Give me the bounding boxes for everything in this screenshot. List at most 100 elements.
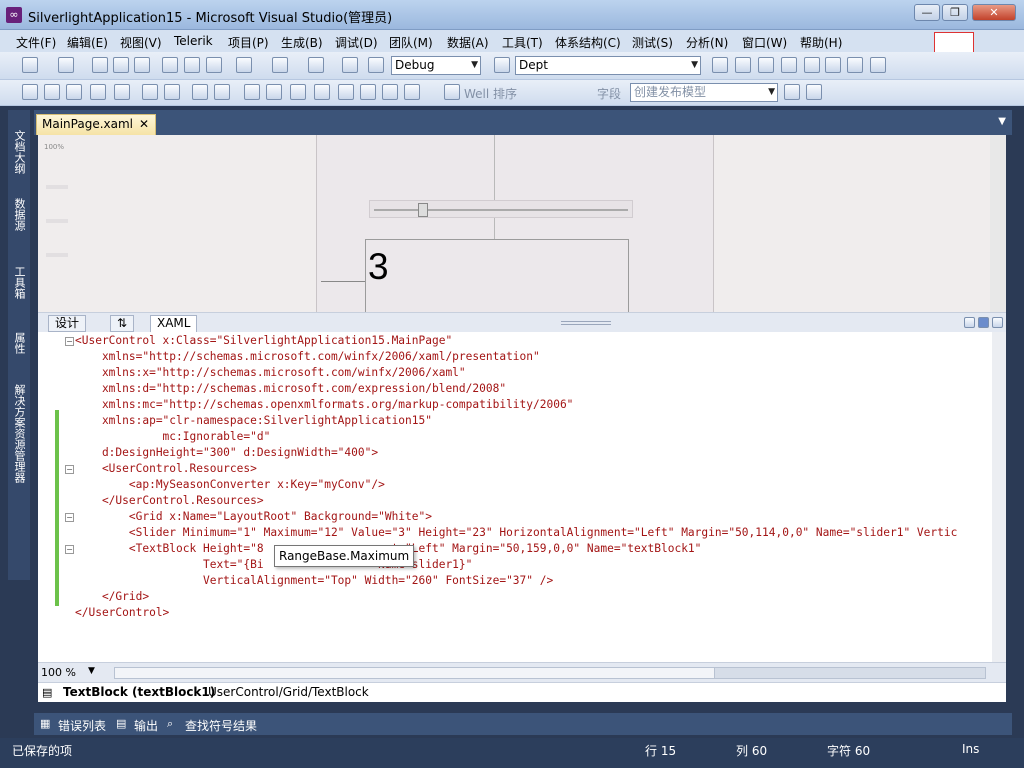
align-right-icon[interactable] [164, 84, 180, 100]
save-all-icon[interactable] [134, 57, 150, 73]
cut-icon[interactable] [162, 57, 178, 73]
slider-thumb[interactable] [418, 203, 428, 217]
fold-toggle[interactable]: − [65, 337, 74, 346]
font-icon[interactable] [90, 84, 106, 100]
lock-icon[interactable] [360, 84, 376, 100]
add-item-icon[interactable] [58, 57, 74, 73]
find-combo[interactable]: Dept ▼ [515, 56, 701, 75]
center-icon[interactable] [314, 84, 330, 100]
menu-view[interactable]: 视图(V) [120, 34, 162, 51]
start-page-icon[interactable] [847, 57, 863, 73]
breadcrumb-path[interactable]: UserControl/Grid/TextBlock [208, 685, 369, 699]
menu-tools[interactable]: 工具(T) [502, 34, 543, 51]
refresh-icon[interactable] [784, 84, 800, 100]
breadcrumb-element[interactable]: TextBlock (textBlock1) [63, 685, 215, 699]
scroll-thumb[interactable] [115, 668, 715, 678]
extension-manager-icon[interactable] [825, 57, 841, 73]
grid-icon[interactable] [382, 84, 398, 100]
menu-team[interactable]: 团队(M) [389, 34, 433, 51]
size-height-icon[interactable] [266, 84, 282, 100]
collapse-pane-icon[interactable] [992, 317, 1003, 328]
tab-design[interactable]: 设计 [48, 315, 87, 332]
properties-icon[interactable] [735, 57, 751, 73]
vertical-split-icon[interactable] [964, 317, 975, 328]
horizontal-scrollbar[interactable] [114, 667, 986, 679]
order-icon[interactable] [338, 84, 354, 100]
tab-error-list[interactable]: 错误列表 [58, 717, 106, 734]
menu-data[interactable]: 数据(A) [447, 34, 489, 51]
navigate-forward-icon[interactable] [342, 57, 358, 73]
chevron-down-icon[interactable]: ▼ [88, 666, 95, 676]
textblock-preview[interactable]: 3 [365, 239, 629, 319]
restore-button[interactable]: ❐ [942, 4, 968, 21]
solution-config-select[interactable]: Debug ▼ [391, 56, 481, 75]
gear-icon[interactable] [444, 84, 460, 100]
size-width-icon[interactable] [244, 84, 260, 100]
pan-icon[interactable] [66, 84, 82, 100]
undo-icon[interactable] [236, 57, 252, 73]
doc-outline-tab[interactable]: 文档大纲 [11, 130, 27, 174]
artboard[interactable]: 3 [316, 135, 714, 319]
xaml-designer[interactable]: 100% 3 [38, 135, 1006, 319]
menu-file[interactable]: 文件(F) [16, 34, 56, 51]
pointer-icon[interactable] [44, 84, 60, 100]
zoom-level[interactable]: 100 % [41, 666, 76, 679]
start-debugging-icon[interactable] [368, 57, 384, 73]
tab-xaml[interactable]: XAML [150, 315, 198, 332]
toolbox-tab[interactable]: 工具箱 [11, 266, 27, 299]
properties-tab[interactable]: 属性 [11, 332, 27, 354]
team-explorer-icon[interactable] [804, 57, 820, 73]
xaml-code-editor[interactable]: − − − − <UserControl x:Class="Silverligh… [38, 332, 1006, 662]
menu-debug[interactable]: 调试(D) [335, 34, 378, 51]
menu-telerik[interactable]: Telerik [174, 34, 213, 48]
zoom-slider[interactable] [46, 155, 68, 275]
data-sources-tab[interactable]: 数据源 [11, 198, 27, 231]
close-icon[interactable]: ✕ [139, 115, 149, 134]
chevron-down-icon[interactable]: ▼ [998, 116, 1006, 127]
solution-explorer-tab[interactable]: 解决方案资源管理器 [11, 384, 27, 483]
menu-window[interactable]: 窗口(W) [742, 34, 787, 51]
code-scrollbar[interactable] [992, 332, 1006, 662]
menu-project[interactable]: 项目(P) [228, 34, 269, 51]
select-icon[interactable] [22, 84, 38, 100]
toolbox-icon[interactable] [781, 57, 797, 73]
designer-scrollbar[interactable] [990, 135, 1006, 312]
object-browser-icon[interactable] [758, 57, 774, 73]
menu-edit[interactable]: 编辑(E) [67, 34, 108, 51]
save-icon[interactable] [113, 57, 129, 73]
tab-find-symbol-results[interactable]: 查找符号结果 [185, 717, 257, 734]
format-icon[interactable] [114, 84, 130, 100]
menu-test[interactable]: 测试(S) [632, 34, 673, 51]
find-in-files-icon[interactable] [494, 57, 510, 73]
tab-mainpage-xaml[interactable]: MainPage.xaml ✕ [36, 114, 156, 135]
fold-toggle[interactable]: − [65, 513, 74, 522]
horizontal-split-icon[interactable] [978, 317, 989, 328]
tab-order-icon[interactable] [404, 84, 420, 100]
menu-architecture[interactable]: 体系结构(C) [555, 34, 621, 51]
align-left-icon[interactable] [142, 84, 158, 100]
minimize-button[interactable]: — [914, 4, 940, 21]
menu-analyze[interactable]: 分析(N) [686, 34, 728, 51]
redo-icon[interactable] [272, 57, 288, 73]
menu-help[interactable]: 帮助(H) [800, 34, 842, 51]
paste-icon[interactable] [206, 57, 222, 73]
splitter-grip[interactable] [561, 321, 611, 325]
swap-panes-button[interactable]: ⇅ [110, 315, 135, 332]
settings-icon[interactable] [806, 84, 822, 100]
open-file-icon[interactable] [92, 57, 108, 73]
fold-toggle[interactable]: − [65, 465, 74, 474]
new-project-icon[interactable] [22, 57, 38, 73]
menu-build[interactable]: 生成(B) [281, 34, 323, 51]
slider-preview[interactable] [369, 200, 633, 218]
close-button[interactable]: ✕ [972, 4, 1016, 21]
align-top-icon[interactable] [214, 84, 230, 100]
publish-model-combo[interactable]: 创建发布模型 ▼ [630, 83, 778, 102]
command-window-icon[interactable] [870, 57, 886, 73]
navigate-backward-icon[interactable] [308, 57, 324, 73]
fold-toggle[interactable]: − [65, 545, 74, 554]
copy-icon[interactable] [184, 57, 200, 73]
tab-output[interactable]: 输出 [134, 717, 158, 734]
align-center-icon[interactable] [192, 84, 208, 100]
solution-explorer-icon[interactable] [712, 57, 728, 73]
spacing-icon[interactable] [290, 84, 306, 100]
